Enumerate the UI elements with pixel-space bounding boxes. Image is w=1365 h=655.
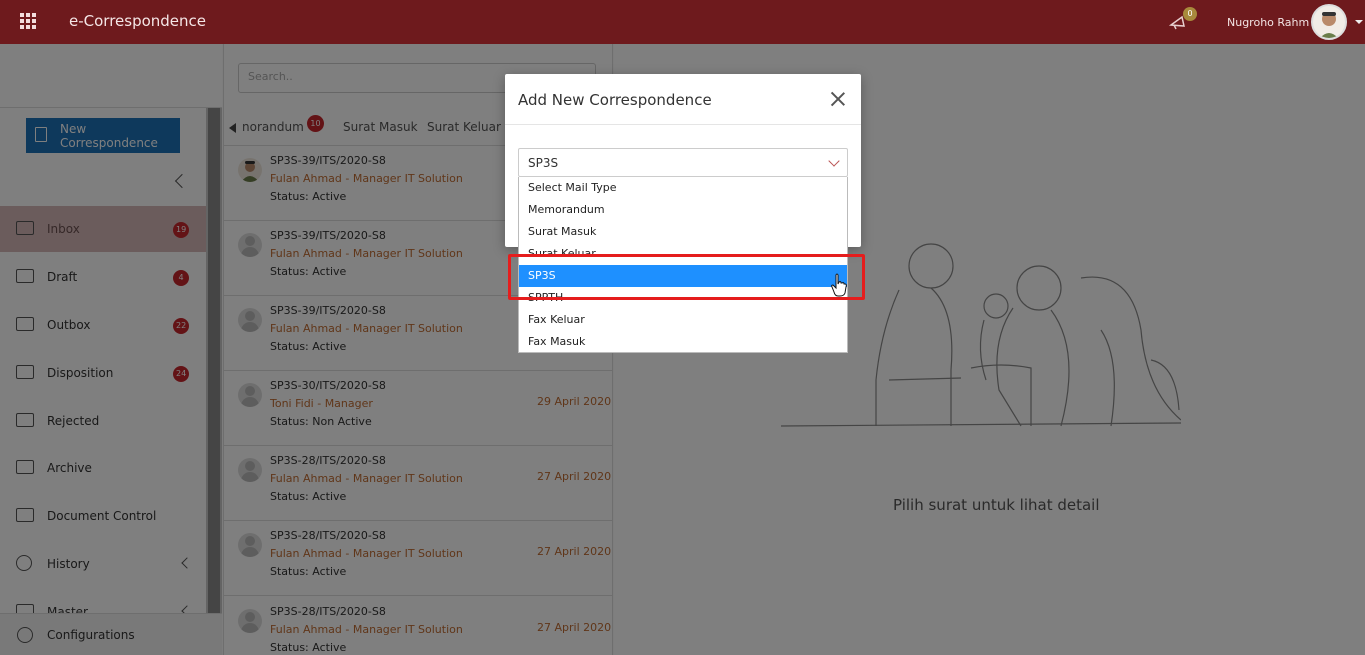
option-fax-keluar[interactable]: Fax Keluar <box>519 309 847 331</box>
modal-divider <box>505 124 861 125</box>
apps-grid-icon[interactable] <box>20 13 36 29</box>
user-avatar[interactable] <box>1311 4 1347 40</box>
close-icon[interactable] <box>831 92 845 106</box>
option-fax-masuk[interactable]: Fax Masuk <box>519 331 847 353</box>
app-title: e-Correspondence <box>69 12 207 30</box>
mail-type-select[interactable]: SP3S <box>518 148 848 177</box>
option-memorandum[interactable]: Memorandum <box>519 199 847 221</box>
annotation-highlight-box <box>508 254 865 300</box>
hand-cursor-icon <box>831 273 847 297</box>
user-menu-caret-icon[interactable] <box>1355 20 1363 24</box>
mail-type-select-value: SP3S <box>528 156 559 170</box>
user-name[interactable]: Nugroho Rahm <box>1227 16 1309 29</box>
top-bar: e-Correspondence 0 Nugroho Rahm <box>0 0 1365 44</box>
option-surat-masuk[interactable]: Surat Masuk <box>519 221 847 243</box>
chevron-down-icon[interactable] <box>828 155 840 167</box>
option-select-mail-type[interactable]: Select Mail Type <box>519 177 847 199</box>
modal-title: Add New Correspondence <box>518 91 712 109</box>
notification-badge: 0 <box>1183 7 1197 21</box>
